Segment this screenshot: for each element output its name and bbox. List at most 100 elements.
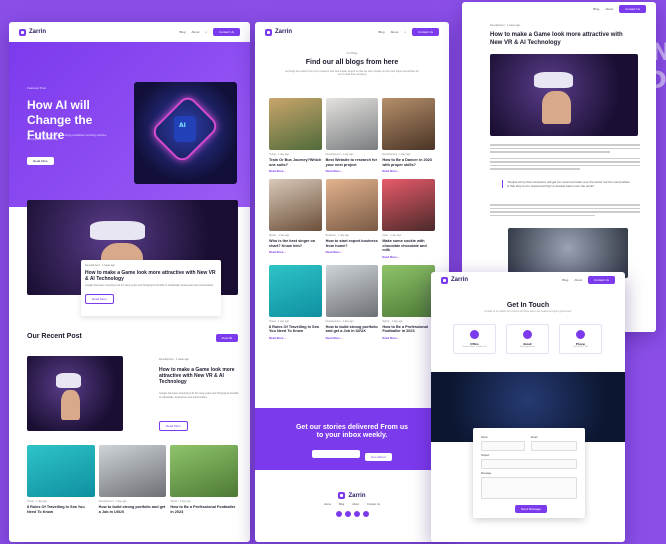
email-box: Email hello@gmail.com bbox=[506, 324, 549, 354]
blog-post-meta: Business · 1 day ago bbox=[325, 234, 350, 237]
home-navbar: Zarrin Blog About ◐ Contact Us bbox=[9, 22, 250, 42]
nav-about[interactable]: About bbox=[391, 30, 399, 34]
nav-blog[interactable]: Blog bbox=[378, 30, 384, 34]
name-input[interactable] bbox=[481, 441, 525, 451]
contact-heading: Get In Touch bbox=[506, 302, 550, 309]
article-navbar: Blog About Contact Us bbox=[462, 2, 656, 16]
blog-post-meta: Travel · 1 day ago bbox=[269, 319, 290, 323]
read-more-link[interactable]: Read More... bbox=[382, 255, 435, 259]
view-all-button[interactable]: View All bbox=[215, 334, 238, 342]
name-label: Name bbox=[481, 436, 488, 439]
featured-description: Google has been investing in AI for many… bbox=[85, 283, 214, 287]
article-meta: Development · 1 week ago bbox=[490, 24, 520, 27]
read-more-link[interactable]: Read More... bbox=[382, 336, 435, 340]
email-input[interactable] bbox=[531, 441, 577, 451]
blog-post-image bbox=[382, 98, 435, 150]
newsletter-section: Get our stories delivered From us to you… bbox=[255, 408, 449, 470]
blog-post-meta: Development · 1 day ago bbox=[325, 319, 354, 323]
nav-blog[interactable]: Blog bbox=[179, 30, 185, 34]
subject-label: Subject bbox=[481, 454, 490, 457]
twitter-icon[interactable] bbox=[344, 511, 351, 517]
phone-icon bbox=[576, 330, 585, 339]
recent-read-more-button[interactable]: Read More bbox=[159, 421, 188, 431]
contact-navbar: Zarrin Blog About Contact Us bbox=[431, 272, 625, 288]
logo[interactable]: Zarrin bbox=[265, 28, 292, 36]
recent-title: How to make a Game look more attractive … bbox=[159, 367, 235, 385]
logo-icon bbox=[441, 276, 448, 284]
subject-input[interactable] bbox=[481, 459, 577, 469]
moon-icon[interactable]: ◐ bbox=[404, 30, 406, 34]
featured-read-more-button[interactable]: Read More bbox=[85, 294, 114, 304]
read-more-link[interactable]: Read More... bbox=[269, 336, 322, 340]
blog-post-card[interactable]: Development · 1 day ago How to build stro… bbox=[325, 264, 379, 340]
moon-icon[interactable]: ◐ bbox=[205, 30, 207, 34]
get-started-button[interactable]: Get started bbox=[364, 453, 392, 461]
message-label: Message bbox=[481, 472, 492, 475]
blog-post-title: 8 Rules Of Travelling In Sea You Need To… bbox=[269, 324, 319, 334]
hero-eyebrow: Featured Post bbox=[27, 86, 46, 90]
phone-box: Phone (001) 8520-1345 bbox=[559, 324, 602, 354]
contact-button[interactable]: Contact Us bbox=[213, 28, 240, 36]
read-more-link[interactable]: Read More... bbox=[326, 336, 379, 340]
message-textarea[interactable] bbox=[481, 477, 577, 499]
featured-post-card[interactable]: Development · 1 week ago How to make a G… bbox=[81, 260, 221, 316]
email-input[interactable] bbox=[312, 449, 361, 458]
blog-post-card[interactable]: Travel · 1 day ago Train Or Bus Journey?W… bbox=[269, 98, 322, 173]
post-card[interactable]: Development · 1 day ago How to build stro… bbox=[98, 445, 167, 514]
blog-post-card[interactable]: Development · 1 day ago Best Website to r… bbox=[325, 98, 379, 173]
contact-button[interactable]: Contact Us bbox=[412, 28, 439, 36]
blog-post-card[interactable]: Business · 1 day ago How to start export … bbox=[325, 179, 379, 259]
mail-icon bbox=[523, 330, 532, 339]
contact-button[interactable]: Contact Us bbox=[619, 5, 646, 13]
logo[interactable]: Zarrin bbox=[441, 276, 468, 284]
home-page-preview: Zarrin Blog About ◐ Contact Us Featured Pos… bbox=[9, 22, 250, 542]
blog-eyebrow: Our Blogs bbox=[346, 52, 358, 55]
contact-button[interactable]: Contact Us bbox=[588, 276, 615, 284]
laptop-image bbox=[98, 445, 167, 497]
blog-page-preview: Zarrin Blog About ◐ Contact Us Our Blogs Fi… bbox=[255, 22, 449, 542]
blog-post-card[interactable]: Food · 1 day ago Make some cookie with ch… bbox=[382, 179, 435, 259]
blog-post-meta: Development · 1 day ago bbox=[382, 153, 411, 156]
read-more-link[interactable]: Read More... bbox=[382, 169, 435, 173]
logo[interactable]: Zarrin bbox=[19, 28, 46, 36]
blog-subheading: our blogs are written from very research… bbox=[285, 70, 419, 77]
recent-description: Google has been investing in AI for many… bbox=[159, 392, 239, 399]
blog-post-image bbox=[325, 179, 379, 231]
blog-post-meta: Development · 1 day ago bbox=[325, 153, 354, 156]
read-more-link[interactable]: Read More... bbox=[326, 250, 379, 254]
read-more-link[interactable]: Read More... bbox=[326, 169, 379, 173]
contact-subheading: Contact us to publish your content and s… bbox=[484, 311, 572, 313]
nav-blog[interactable]: Blog bbox=[562, 278, 568, 282]
blog-post-card[interactable]: Sports · 1 day ago How to Be a Profession… bbox=[382, 264, 435, 340]
read-more-link[interactable]: Read More... bbox=[269, 169, 322, 173]
nav-about[interactable]: About bbox=[605, 7, 613, 11]
footer-logo[interactable]: Zarrin bbox=[255, 492, 449, 499]
send-message-button[interactable]: Send Message bbox=[515, 505, 548, 513]
recent-meta: Development · 1 week ago bbox=[159, 358, 189, 361]
social-icons bbox=[255, 511, 449, 517]
blog-post-card[interactable]: Development · 1 day ago How to Be a Dance… bbox=[382, 98, 435, 173]
hero-read-more-button[interactable]: Read More bbox=[27, 157, 54, 165]
linkedin-icon[interactable] bbox=[362, 511, 369, 517]
blog-grid: Travel · 1 day ago Train Or Bus Journey?W… bbox=[269, 98, 435, 340]
post-card[interactable]: Sports · 1 day ago How to Be a Profession… bbox=[170, 445, 238, 514]
hero-section: Featured Post How AI will Change the Fut… bbox=[9, 42, 250, 207]
nav-blog[interactable]: Blog bbox=[593, 7, 599, 11]
football-image bbox=[170, 445, 238, 497]
blog-post-card[interactable]: Sports · 1 day ago Who is the best singer… bbox=[269, 179, 322, 259]
instagram-icon[interactable] bbox=[353, 511, 360, 517]
nav-about[interactable]: About bbox=[192, 30, 200, 34]
featured-title: How to make a Game look more attractive … bbox=[85, 269, 216, 282]
blog-heading: Find our all blogs from here bbox=[305, 59, 399, 66]
blog-post-card[interactable]: Travel · 1 day ago 8 Rules Of Travelling … bbox=[269, 264, 322, 340]
read-more-link[interactable]: Read More... bbox=[269, 250, 322, 254]
article-gaming-image bbox=[508, 228, 628, 278]
blog-post-title: How to start export business from home? bbox=[325, 239, 378, 248]
nav-about[interactable]: About bbox=[574, 278, 582, 282]
blog-post-meta: Food · 1 day ago bbox=[382, 234, 402, 237]
post-card[interactable]: Travel · 1 day ago 8 Rules Of Travelling … bbox=[27, 445, 95, 514]
office-box: Office Victoria Street, London, UK bbox=[453, 324, 496, 354]
blog-post-image bbox=[325, 98, 379, 150]
blog-post-title: Who is the best singer on chart? Know hi… bbox=[269, 239, 316, 248]
facebook-icon[interactable] bbox=[335, 511, 342, 517]
